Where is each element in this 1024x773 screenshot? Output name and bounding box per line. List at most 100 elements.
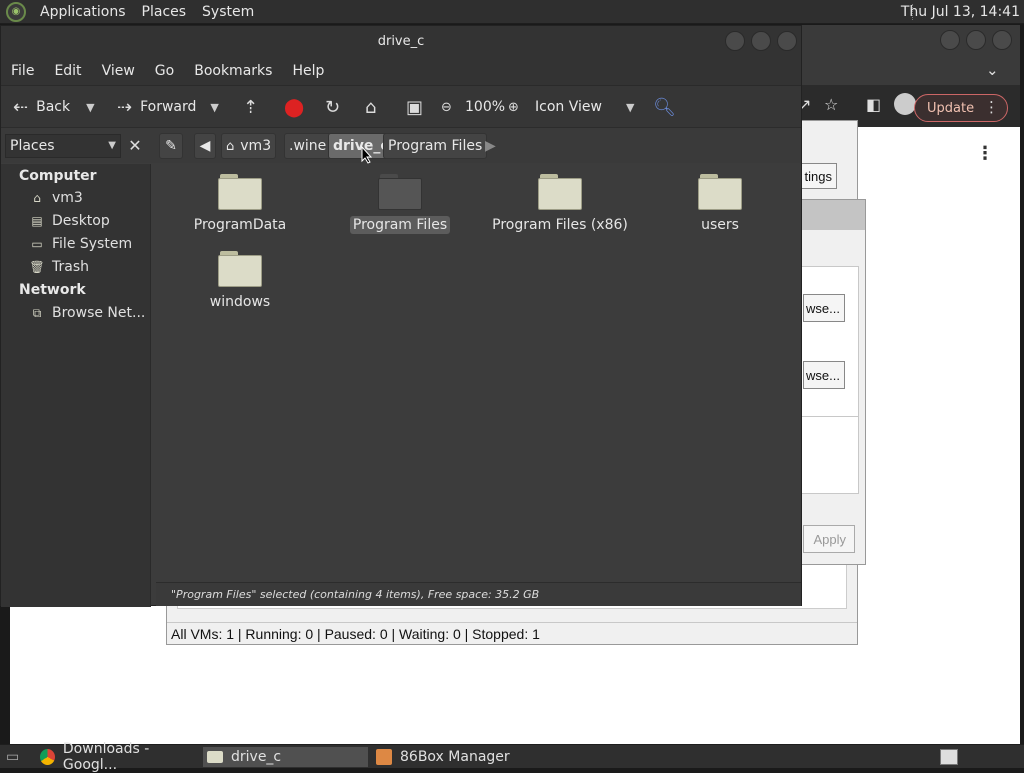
system-menu[interactable]: System <box>194 0 262 24</box>
file-item[interactable]: windows <box>165 251 315 311</box>
zoom-in-button[interactable]: ⊕ <box>508 86 527 128</box>
fm-minimize-button[interactable] <box>725 31 745 51</box>
sidebar-heading-computer[interactable]: Computer <box>19 168 97 184</box>
folder-icon <box>378 174 422 210</box>
browser-menu-icon[interactable]: ⋮ <box>984 98 999 116</box>
sidebar-item-desktop[interactable]: ▤ Desktop <box>29 213 109 229</box>
places-menu[interactable]: Places <box>134 0 195 24</box>
fm-titlebar[interactable]: drive_c <box>1 26 801 57</box>
back-label: Back <box>36 99 71 115</box>
file-name: Program Files <box>349 216 451 234</box>
folder-icon <box>538 174 582 210</box>
search-icon: 🔍︎ <box>653 96 676 118</box>
sidebar-item-vm3[interactable]: ⌂ vm3 <box>29 190 83 206</box>
applications-menu[interactable]: Applications <box>32 0 134 24</box>
combo-dropdown-icon: ▼ <box>108 140 116 151</box>
file-manager-window: drive_c File Edit View Go Bookmarks Help… <box>0 25 802 607</box>
browse-button-2[interactable]: wse... <box>803 361 845 389</box>
file-item[interactable]: ProgramData <box>165 174 315 234</box>
computer-button[interactable]: ▣ <box>406 86 431 128</box>
stop-button[interactable]: ⬤ <box>284 86 312 128</box>
task-label: 86Box Manager <box>400 749 510 765</box>
zoom-level[interactable]: 100% <box>465 86 505 128</box>
sidebar-item-label: vm3 <box>52 190 83 206</box>
view-mode-dropdown-icon: ▼ <box>625 100 635 114</box>
tab-list-chevron-icon[interactable]: ⌄ <box>986 61 999 79</box>
close-sidebar-icon[interactable]: ✕ <box>125 134 145 156</box>
forward-button[interactable]: ⇢ Forward ▼ <box>117 86 219 128</box>
up-button[interactable]: ⇡ <box>243 86 266 128</box>
network-icon: ⧉ <box>32 305 42 320</box>
fm-close-button[interactable] <box>777 31 797 51</box>
search-button[interactable]: 🔍︎ <box>653 86 684 128</box>
update-label: Update <box>927 100 975 116</box>
zoom-in-icon: ⊕ <box>508 99 519 115</box>
minimize-button[interactable] <box>940 30 960 50</box>
workspace-switcher-icon[interactable] <box>936 747 958 767</box>
breadcrumb-wine[interactable]: .wine <box>284 133 332 159</box>
forward-history-dropdown-icon[interactable]: ▼ <box>210 101 218 114</box>
file-name: users <box>701 217 739 233</box>
folder-icon <box>207 751 223 763</box>
top-panel: ◉ Applications Places System Thu Jul 13,… <box>0 0 1024 24</box>
apply-button[interactable]: Apply <box>803 525 855 553</box>
menu-bookmarks[interactable]: Bookmarks <box>184 63 282 79</box>
86box-icon <box>376 749 392 765</box>
places-sidebar: Computer ⌂ vm3 ▤ Desktop ▭ File System 🗑… <box>1 164 151 607</box>
browse-button-1[interactable]: wse... <box>803 294 845 322</box>
folder-icon <box>218 251 262 287</box>
sidebar-mode-combo[interactable]: Places ▼ <box>5 134 121 158</box>
reload-button[interactable]: ↻ <box>325 86 348 128</box>
breadcrumb-vm3-label: vm3 <box>240 138 272 154</box>
sidebar-item-filesystem[interactable]: ▭ File System <box>29 236 132 252</box>
menu-view[interactable]: View <box>92 63 145 79</box>
toggle-location-entry-icon[interactable]: ✎ <box>159 133 183 159</box>
view-mode-combo[interactable]: Icon View ▼ <box>535 86 634 128</box>
zoom-out-button[interactable]: ⊖ <box>441 86 460 128</box>
back-button[interactable]: ⇠ Back ▼ <box>13 86 95 128</box>
vm-status-bar: All VMs: 1 | Running: 0 | Paused: 0 | Wa… <box>167 622 857 644</box>
settings-button[interactable]: tings <box>801 163 837 189</box>
distro-logo-icon[interactable]: ◉ <box>6 1 26 22</box>
sidebar-item-label: Trash <box>52 259 89 275</box>
task-86box[interactable]: 86Box Manager <box>372 747 532 767</box>
dialog-textarea[interactable] <box>801 416 859 494</box>
file-item[interactable]: users <box>645 174 795 234</box>
update-button[interactable]: Update ⋮ <box>914 94 1008 122</box>
forward-label: Forward <box>140 99 197 115</box>
breadcrumb-program-files[interactable]: Program Files <box>383 133 488 159</box>
menu-file[interactable]: File <box>1 63 44 79</box>
clock[interactable]: Thu Jul 13, 14:41 <box>901 0 1020 24</box>
page-menu-icon[interactable]: ⋮ <box>976 143 994 164</box>
forward-arrow-icon: ⇢ <box>117 96 133 118</box>
home-icon: ⌂ <box>33 191 41 205</box>
file-item-selected[interactable]: Program Files <box>325 174 475 234</box>
menu-help[interactable]: Help <box>282 63 334 79</box>
menu-edit[interactable]: Edit <box>44 63 91 79</box>
sidepanel-icon[interactable]: ◧ <box>866 95 881 114</box>
fm-maximize-button[interactable] <box>751 31 771 51</box>
fm-path-row: Places ▼ ✕ ✎ ◀ ⌂ vm3 .wine drive_c Progr… <box>1 127 801 163</box>
sidebar-item-label: File System <box>52 236 133 252</box>
breadcrumb-left-arrow-icon[interactable]: ◀ <box>194 133 216 159</box>
bookmark-star-icon[interactable]: ☆ <box>824 95 838 114</box>
sidebar-heading-network[interactable]: Network <box>19 282 86 298</box>
profile-avatar-icon[interactable] <box>894 93 916 115</box>
back-history-dropdown-icon[interactable]: ▼ <box>86 101 94 114</box>
file-icon-view[interactable]: ProgramData Program Files Program Files … <box>156 164 801 582</box>
bottom-taskbar: ▭ Downloads - Googl... drive_c 86Box Man… <box>0 741 1024 773</box>
menu-go[interactable]: Go <box>145 63 184 79</box>
show-desktop-icon[interactable]: ▭ <box>2 747 24 767</box>
window-title: drive_c <box>377 34 425 49</box>
home-button[interactable]: ⌂ <box>365 86 384 128</box>
breadcrumb-vm3[interactable]: ⌂ vm3 <box>221 133 277 159</box>
maximize-button[interactable] <box>966 30 986 50</box>
sidebar-item-trash[interactable]: 🗑︎ Trash <box>29 259 89 275</box>
breadcrumb-right-arrow-icon[interactable]: ▶ <box>481 133 500 159</box>
chrome-icon <box>40 749 55 765</box>
close-button[interactable] <box>992 30 1012 50</box>
task-browser[interactable]: Downloads - Googl... <box>36 741 198 773</box>
sidebar-item-browse-network[interactable]: ⧉ Browse Net... <box>29 305 146 321</box>
file-item[interactable]: Program Files (x86) <box>485 174 635 234</box>
task-file-manager[interactable]: drive_c <box>203 747 368 767</box>
